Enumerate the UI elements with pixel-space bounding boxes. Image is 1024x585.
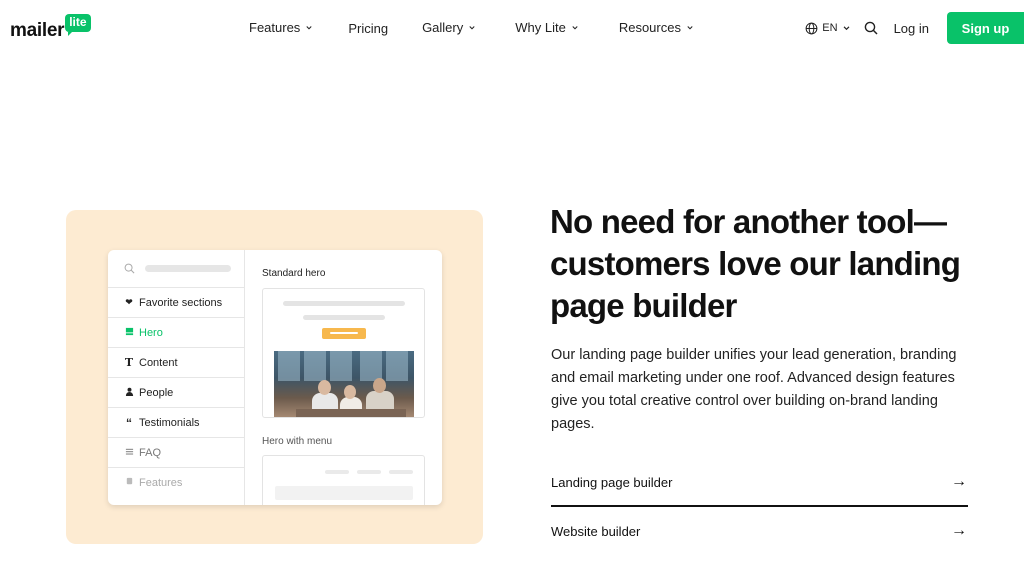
globe-icon bbox=[805, 22, 818, 34]
logo-badge: lite bbox=[65, 14, 91, 36]
sidebar-item-people: People bbox=[108, 377, 244, 407]
hero-block-icon bbox=[124, 327, 134, 338]
link-label: Website builder bbox=[551, 523, 641, 539]
nav-item-pricing[interactable]: Pricing bbox=[348, 21, 388, 36]
signup-button[interactable]: Sign up bbox=[947, 12, 1024, 44]
sidebar-item-faq: FAQ bbox=[108, 437, 244, 467]
nav-item-label: Resources bbox=[618, 20, 681, 35]
nav-item-why-lite[interactable]: Why Lite bbox=[515, 20, 578, 35]
section-sidebar: ❤ Favorite sections Hero T Content Peopl… bbox=[108, 250, 245, 505]
placeholder-block bbox=[275, 486, 413, 500]
hero-with-menu-thumbnail bbox=[262, 455, 425, 505]
placeholder-line bbox=[357, 470, 381, 474]
sidebar-item-favorite-sections: ❤ Favorite sections bbox=[108, 287, 244, 317]
sidebar-item-features: Features bbox=[108, 467, 244, 497]
nav-actions: EN Log in Sign up bbox=[805, 12, 1024, 44]
search-button[interactable] bbox=[864, 21, 878, 35]
heart-icon: ❤ bbox=[125, 297, 133, 307]
features-icon bbox=[124, 477, 134, 488]
photo-window bbox=[386, 351, 408, 381]
builder-mockup-card: ❤ Favorite sections Hero T Content Peopl… bbox=[108, 250, 442, 505]
photo-window bbox=[360, 351, 382, 381]
section-title-standard-hero: Standard hero bbox=[262, 268, 326, 279]
placeholder-line bbox=[283, 301, 405, 306]
team-photo bbox=[274, 351, 414, 417]
mailerlite-logo[interactable]: mailer lite bbox=[10, 14, 91, 43]
nav-item-resources[interactable]: Resources bbox=[619, 20, 693, 35]
language-selector[interactable]: EN bbox=[805, 22, 853, 35]
sidebar-item-testimonials: “ Testimonials bbox=[108, 407, 244, 437]
section-description: Our landing page builder unifies your le… bbox=[551, 347, 957, 432]
nav-item-gallery[interactable]: Gallery bbox=[422, 20, 475, 35]
main-menu: Features Pricing Gallery Why Lite Resour… bbox=[249, 19, 693, 36]
standard-hero-thumbnail bbox=[262, 288, 425, 418]
sidebar-item-label: Hero bbox=[139, 326, 163, 339]
quote-icon: “ bbox=[126, 415, 132, 430]
placeholder-button bbox=[322, 328, 366, 339]
chevron-down-icon bbox=[687, 25, 693, 29]
website-builder-link[interactable]: Website builder → bbox=[551, 507, 968, 555]
chevron-down-icon bbox=[843, 25, 849, 30]
search-icon bbox=[124, 263, 135, 274]
section-headline: No need for another tool—customers love … bbox=[550, 203, 961, 324]
sidebar-item-label: People bbox=[139, 386, 174, 399]
arrow-right-icon: → bbox=[951, 522, 967, 539]
sidebar-item-content: T Content bbox=[108, 347, 244, 377]
placeholder-line bbox=[325, 470, 349, 474]
sidebar-item-label: Content bbox=[139, 356, 178, 369]
sidebar-item-label: FAQ bbox=[139, 446, 162, 459]
section-preview-area: Standard hero Hero with menu bbox=[246, 250, 442, 505]
photo-face bbox=[318, 380, 331, 395]
landing-page-builder-link[interactable]: Landing page builder → bbox=[551, 459, 968, 507]
photo-window bbox=[304, 351, 326, 381]
nav-item-label: Features bbox=[249, 20, 301, 35]
sidebar-item-label: Testimonials bbox=[139, 416, 200, 429]
nav-item-label: Gallery bbox=[422, 20, 464, 35]
section-title-hero-with-menu: Hero with menu bbox=[262, 436, 333, 447]
text-icon: T bbox=[124, 356, 134, 369]
search-placeholder-bar bbox=[145, 265, 231, 272]
nav-item-features[interactable]: Features bbox=[249, 20, 312, 35]
photo-window bbox=[278, 351, 300, 381]
placeholder-line bbox=[303, 315, 385, 320]
sidebar-item-hero: Hero bbox=[108, 317, 244, 347]
photo-table bbox=[296, 409, 406, 417]
chevron-down-icon bbox=[572, 25, 578, 29]
placeholder-line bbox=[389, 470, 413, 474]
people-icon bbox=[124, 387, 134, 398]
chevron-down-icon bbox=[306, 25, 312, 29]
login-link[interactable]: Log in bbox=[894, 21, 929, 36]
language-label: EN bbox=[822, 22, 838, 34]
link-label: Landing page builder bbox=[551, 474, 673, 490]
sidebar-item-label: Features bbox=[139, 476, 183, 489]
arrow-right-icon: → bbox=[951, 473, 967, 490]
photo-face bbox=[373, 378, 386, 393]
top-navigation: mailer lite Features Pricing Gallery Why… bbox=[0, 0, 1024, 56]
list-icon bbox=[124, 447, 134, 458]
nav-item-label: Why Lite bbox=[515, 20, 566, 35]
search-icon bbox=[864, 21, 878, 35]
photo-window bbox=[330, 351, 352, 381]
logo-wordmark: mailer bbox=[10, 20, 65, 41]
sidebar-item-label: Favorite sections bbox=[139, 296, 223, 309]
nav-item-label: Pricing bbox=[348, 21, 389, 36]
sidebar-search bbox=[108, 250, 244, 287]
chevron-down-icon bbox=[469, 25, 475, 29]
photo-face bbox=[344, 385, 356, 399]
